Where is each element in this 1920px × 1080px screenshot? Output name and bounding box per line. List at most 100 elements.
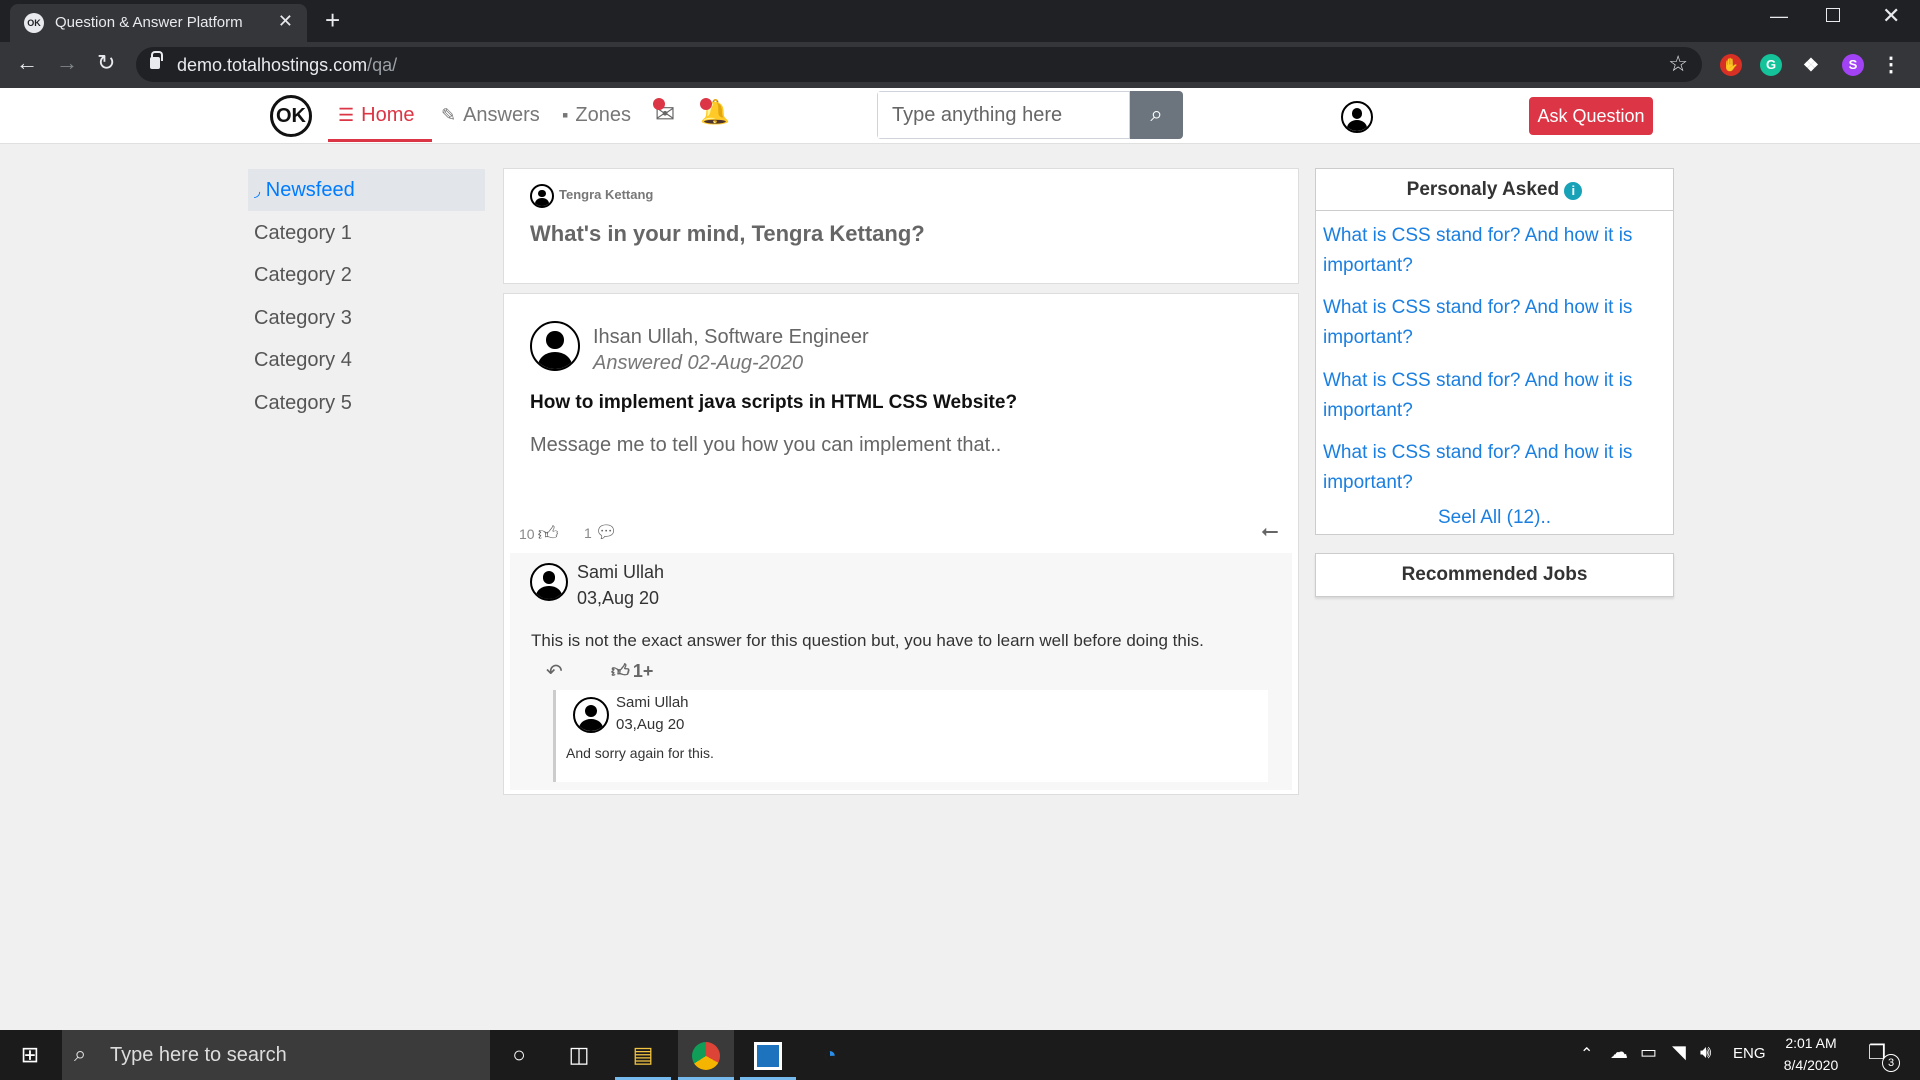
- grammarly-icon[interactable]: G: [1760, 54, 1782, 76]
- reload-icon[interactable]: ↻: [97, 50, 115, 76]
- zone-icon: ▪: [562, 105, 569, 125]
- notification-center-icon[interactable]: ❐ 3: [1868, 1040, 1900, 1072]
- author-name[interactable]: Ihsan Ullah: [593, 326, 693, 348]
- user-avatar[interactable]: [1341, 101, 1373, 133]
- new-tab-button[interactable]: +: [325, 5, 340, 36]
- personally-asked-panel: Personaly Asked i What is CSS stand for?…: [1315, 168, 1674, 535]
- clock-time: 2:01 AM: [1785, 1035, 1837, 1051]
- answered-date: Answered 02-Aug-2020: [593, 352, 804, 374]
- tab-close-icon[interactable]: ✕: [278, 11, 293, 32]
- back-icon[interactable]: ←: [16, 50, 38, 76]
- sidebar-item-category-1[interactable]: Category 1: [248, 212, 485, 254]
- chrome-icon[interactable]: [678, 1030, 734, 1080]
- search-input[interactable]: [878, 92, 1129, 138]
- reply-block: Sami Ullah 03,Aug 20 And sorry again for…: [553, 690, 1268, 782]
- active-nav-underline: [328, 139, 432, 142]
- sidebar-item-category-2[interactable]: Category 2: [248, 254, 485, 296]
- search-icon: ⌕: [74, 1041, 87, 1066]
- file-explorer-icon[interactable]: ▤: [615, 1030, 671, 1080]
- share-icon[interactable]: ⭠: [1261, 518, 1279, 544]
- nav-answers[interactable]: ✎ Answers: [441, 104, 540, 127]
- wifi-icon[interactable]: ◥: [1672, 1042, 1686, 1063]
- composer-prompt[interactable]: What's in your mind, Tengra Kettang?: [530, 221, 925, 247]
- search-button[interactable]: ⌕: [1130, 91, 1183, 139]
- comment-author[interactable]: Sami Ullah: [577, 562, 664, 583]
- comment-like-button[interactable]: 👍︎ 1+: [611, 660, 653, 682]
- search-icon: ⌕: [1150, 101, 1163, 126]
- comment-text: This is not the exact answer for this qu…: [531, 631, 1204, 650]
- clock[interactable]: 2:01 AM 8/4/2020: [1776, 1035, 1846, 1073]
- list-icon: ☰: [338, 105, 355, 125]
- windows-start-icon[interactable]: ⊞: [2, 1030, 58, 1080]
- volume-icon[interactable]: 🔊︎: [1700, 1042, 1711, 1063]
- asked-link-2[interactable]: What is CSS stand for? And how it is imp…: [1323, 293, 1663, 353]
- restore-icon[interactable]: [1826, 8, 1840, 22]
- comment-avatar: [530, 563, 568, 601]
- bookmark-star-icon[interactable]: ☆: [1668, 51, 1688, 77]
- comment-date: 03,Aug 20: [577, 588, 660, 608]
- composer-user: Tengra Kettang: [559, 187, 654, 202]
- recommended-jobs-panel[interactable]: Recommended Jobs: [1315, 553, 1674, 597]
- composer-avatar: [530, 184, 554, 208]
- panel-header: Personaly Asked i: [1316, 169, 1673, 211]
- cortana-icon[interactable]: ○: [491, 1030, 547, 1080]
- reply-author[interactable]: Sami Ullah: [616, 694, 689, 711]
- answer-text: Message me to tell you how you can imple…: [530, 434, 1002, 456]
- see-all-link[interactable]: Seel All (12)..: [1316, 507, 1673, 529]
- edge-icon[interactable]: ◔: [802, 1030, 858, 1080]
- lock-icon: [150, 51, 163, 69]
- task-view-icon[interactable]: ◫: [551, 1030, 607, 1080]
- address-bar[interactable]: demo.totalhostings.com/qa/ ☆: [136, 47, 1702, 82]
- search-field[interactable]: [877, 91, 1130, 139]
- tab-title: Question & Answer Platform: [55, 14, 243, 31]
- nav-home[interactable]: ☰ Home: [338, 104, 415, 127]
- sidebar-item-category-4[interactable]: Category 4: [248, 339, 485, 381]
- forward-icon[interactable]: →: [56, 50, 78, 76]
- info-icon[interactable]: i: [1564, 182, 1583, 200]
- menu-kebab-icon[interactable]: ⋮: [1880, 54, 1902, 76]
- app-window-icon[interactable]: [740, 1030, 796, 1080]
- thumbs-up-icon: 👍︎: [537, 523, 559, 545]
- notifications-bell-icon[interactable]: 🔔: [700, 98, 730, 127]
- battery-icon[interactable]: ▭: [1640, 1042, 1657, 1063]
- post-card: Ihsan Ullah, Software Engineer Answered …: [503, 293, 1299, 795]
- ask-question-button[interactable]: Ask Question: [1529, 97, 1653, 135]
- thumbs-up-icon: 👍︎: [611, 661, 630, 681]
- comment-bubble-icon: 💬︎: [594, 522, 618, 542]
- asked-link-1[interactable]: What is CSS stand for? And how it is imp…: [1323, 221, 1663, 281]
- notification-count-badge: 3: [1882, 1054, 1900, 1072]
- url-text[interactable]: demo.totalhostings.com/qa/: [177, 55, 397, 76]
- reply-text: And sorry again for this.: [566, 745, 714, 761]
- edit-icon: ✎: [441, 105, 457, 125]
- nav-zones[interactable]: ▪ Zones: [562, 104, 631, 127]
- extension-stop-icon[interactable]: ✋: [1720, 54, 1742, 76]
- author-line: Ihsan Ullah, Software Engineer: [593, 326, 869, 349]
- question-title[interactable]: How to implement java scripts in HTML CS…: [530, 392, 1017, 414]
- window-close-icon[interactable]: ✕: [1882, 3, 1900, 29]
- composer-card[interactable]: Tengra Kettang What's in your mind, Teng…: [503, 168, 1299, 284]
- language-indicator[interactable]: ENG: [1733, 1045, 1766, 1062]
- asked-link-3[interactable]: What is CSS stand for? And how it is imp…: [1323, 366, 1663, 426]
- author-avatar: [530, 321, 580, 371]
- site-logo[interactable]: OK: [270, 95, 312, 137]
- windows-taskbar: ⊞ ⌕ Type here to search ○ ◫ ▤ ◔ ⌃ ☁ ▭ ◥ …: [0, 1030, 1920, 1080]
- minimize-icon[interactable]: ―: [1770, 6, 1788, 27]
- onedrive-icon[interactable]: ☁: [1610, 1042, 1628, 1063]
- like-button[interactable]: 10 👍︎: [519, 522, 558, 546]
- comment-count-button[interactable]: 1 💬︎: [584, 522, 618, 543]
- sidebar-item-category-5[interactable]: Category 5: [248, 382, 485, 424]
- browser-tab[interactable]: OK Question & Answer Platform ✕: [10, 4, 307, 42]
- asked-link-4[interactable]: What is CSS stand for? And how it is imp…: [1323, 438, 1663, 498]
- site-favicon: OK: [24, 13, 44, 33]
- sidebar-item-category-3[interactable]: Category 3: [248, 297, 485, 339]
- tray-chevron-icon[interactable]: ⌃: [1580, 1044, 1593, 1064]
- browser-toolbar: ← → ↻ demo.totalhostings.com/qa/ ☆ ✋ G ❖…: [0, 42, 1920, 88]
- taskbar-search-placeholder: Type here to search: [110, 1044, 287, 1066]
- clock-date: 8/4/2020: [1783, 1057, 1839, 1073]
- sidebar-item-newsfeed[interactable]: ◞ Newsfeed: [248, 169, 485, 211]
- taskbar-search[interactable]: ⌕ Type here to search: [62, 1030, 490, 1080]
- extensions-puzzle-icon[interactable]: ❖: [1800, 54, 1822, 76]
- messages-icon[interactable]: ✉: [653, 98, 675, 129]
- profile-avatar[interactable]: S: [1842, 54, 1864, 76]
- reply-icon[interactable]: ↶: [546, 659, 563, 684]
